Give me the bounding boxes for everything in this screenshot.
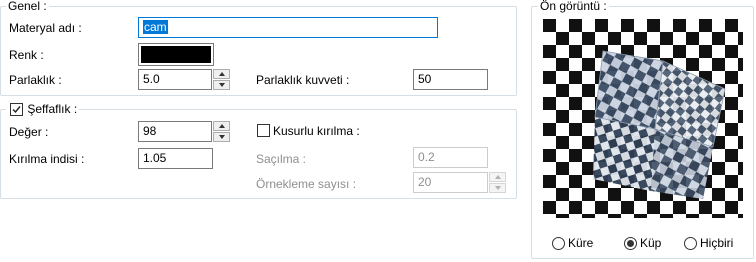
sample-count-value: 20 — [418, 175, 432, 189]
brightness-label: Parlaklık : — [9, 73, 62, 87]
material-name-value: cam — [143, 20, 168, 34]
arrow-down-icon — [219, 83, 225, 87]
material-name-label: Materyal adı : — [9, 21, 82, 35]
shape-radio-sphere[interactable] — [552, 237, 565, 250]
arrow-down-icon — [219, 135, 225, 139]
arrow-up-icon — [219, 124, 225, 128]
blurry-refraction-checkbox[interactable] — [257, 124, 270, 137]
refraction-index-input[interactable]: 1.05 — [138, 148, 213, 169]
brightness-down-button[interactable] — [213, 80, 230, 90]
sample-count-label: Örnekleme sayısı : — [256, 177, 357, 191]
brightness-value: 5.0 — [143, 72, 160, 86]
brightness-up-button[interactable] — [213, 69, 230, 79]
color-swatch-fill — [141, 46, 211, 63]
radio-dot-icon — [627, 240, 634, 247]
brightness-input[interactable]: 5.0 — [138, 69, 212, 90]
brightness-strength-value: 50 — [418, 72, 432, 86]
preview-legend: Ön görüntü : — [538, 0, 609, 13]
transparency-value: 98 — [143, 124, 157, 138]
transparency-value-input[interactable]: 98 — [138, 121, 212, 142]
transparency-checkbox[interactable] — [10, 103, 23, 116]
color-label: Renk : — [9, 48, 44, 62]
shape-label-sphere[interactable]: Küre — [568, 236, 593, 250]
scatter-label: Saçılma : — [256, 152, 307, 166]
arrow-up-icon — [219, 72, 225, 76]
preview-render — [543, 19, 743, 218]
transparency-value-label: Değer : — [9, 125, 49, 139]
shape-label-cube[interactable]: Küp — [640, 236, 661, 250]
preview-image — [543, 19, 743, 218]
shape-radio-cube[interactable] — [624, 237, 637, 250]
scatter-input[interactable]: 0.2 — [413, 147, 488, 168]
general-legend: Genel : — [6, 0, 49, 13]
transparency-down-button[interactable] — [213, 132, 230, 142]
blurry-refraction-label[interactable]: Kusurlu kırılma : — [273, 124, 360, 138]
refraction-index-value: 1.05 — [143, 151, 167, 165]
sample-count-down-button[interactable] — [489, 183, 506, 193]
sample-count-spinner[interactable] — [489, 172, 506, 193]
sample-count-up-button[interactable] — [489, 172, 506, 182]
brightness-strength-label: Parlaklık kuvveti : — [256, 73, 350, 87]
scatter-value: 0.2 — [418, 150, 435, 164]
sample-count-input[interactable]: 20 — [413, 172, 488, 193]
checkmark-icon — [12, 106, 21, 114]
shape-label-none[interactable]: Hiçbiri — [700, 236, 733, 250]
brightness-strength-input[interactable]: 50 — [413, 69, 488, 90]
shape-radio-none[interactable] — [684, 237, 697, 250]
brightness-spinner[interactable] — [213, 69, 230, 90]
refraction-index-label: Kırılma indisi : — [9, 152, 85, 166]
arrow-down-icon — [495, 186, 501, 190]
transparency-label[interactable]: Şeffaflık : — [27, 102, 77, 116]
transparency-legend: Şeffaflık : — [6, 102, 80, 118]
material-name-input[interactable]: cam — [138, 17, 438, 38]
transparency-value-spinner[interactable] — [213, 121, 230, 142]
arrow-up-icon — [495, 175, 501, 179]
transparency-up-button[interactable] — [213, 121, 230, 131]
color-swatch-button[interactable] — [138, 43, 214, 66]
